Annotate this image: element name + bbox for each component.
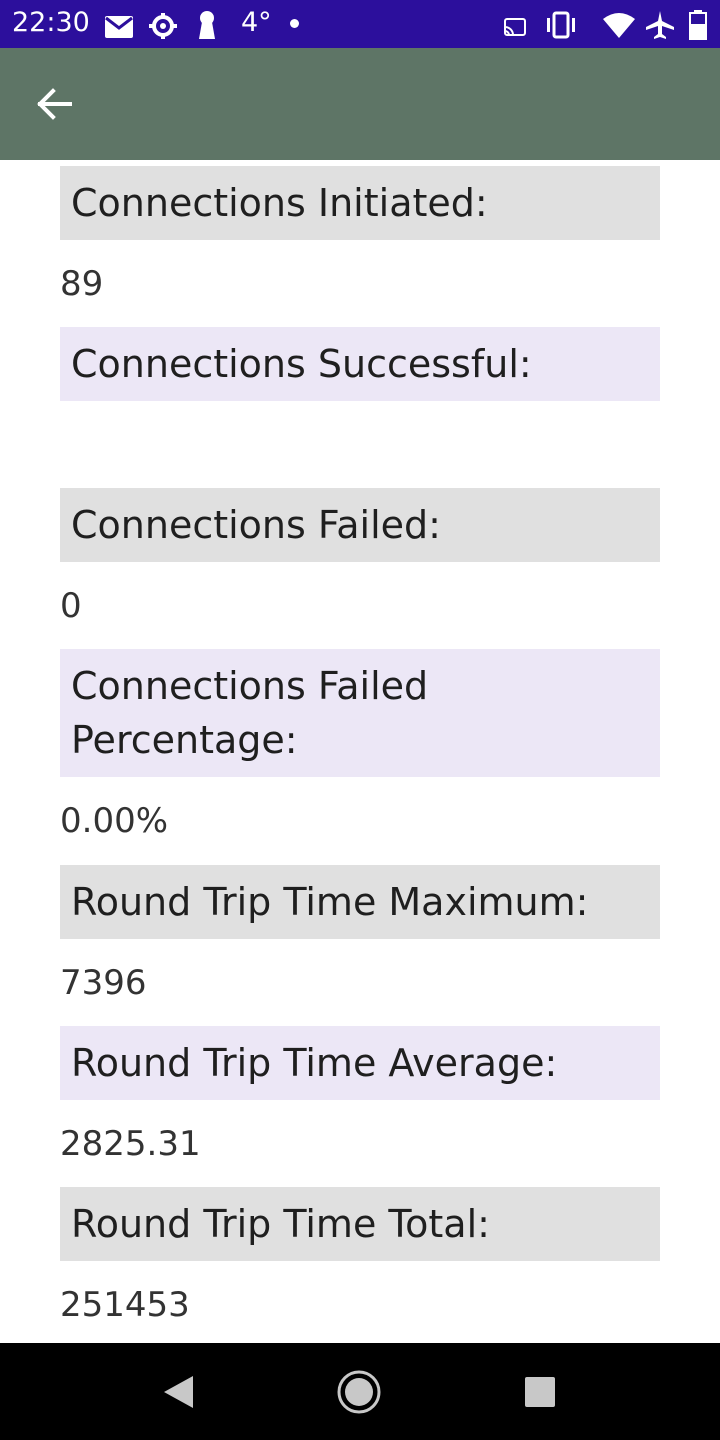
wifi-icon xyxy=(603,13,635,38)
status-bar: 22:30 4° xyxy=(0,0,720,48)
stat-rtt-average: Round Trip Time Average: 2825.31 xyxy=(60,1026,660,1164)
stat-connections-initiated: Connections Initiated: 89 xyxy=(60,166,660,304)
stat-value: 2825.31 xyxy=(60,1124,201,1164)
battery-icon xyxy=(689,10,707,40)
stat-value: 7396 xyxy=(60,963,147,1003)
status-temperature: 4° xyxy=(241,7,272,38)
system-nav-bar xyxy=(0,1343,720,1440)
stat-connections-failed-percentage: Connections Failed Percentage: 0.00% xyxy=(60,649,660,841)
nav-back-icon xyxy=(164,1376,193,1408)
nav-back-button[interactable] xyxy=(153,1367,203,1417)
notification-dot xyxy=(290,19,299,28)
stat-label: Connections Failed Percentage: xyxy=(60,649,660,777)
back-button[interactable] xyxy=(20,70,88,138)
stat-value: 0 xyxy=(60,586,82,626)
stat-value: 251453 xyxy=(60,1285,190,1325)
stat-value xyxy=(60,425,660,465)
nav-recents-button[interactable] xyxy=(515,1367,565,1417)
cast-icon xyxy=(504,18,526,36)
app-bar xyxy=(0,48,720,160)
stat-label: Connections Failed: xyxy=(60,488,660,562)
stats-list[interactable]: Connections Initiated: 89 Connections Su… xyxy=(0,160,720,1343)
stat-label: Round Trip Time Average: xyxy=(60,1026,660,1100)
nav-home-icon xyxy=(337,1370,381,1414)
settings-gear-icon xyxy=(149,13,177,39)
keyhole-icon xyxy=(199,11,215,39)
stat-label: Connections Successful: xyxy=(60,327,660,401)
mail-icon xyxy=(105,16,133,38)
stat-rtt-maximum: Round Trip Time Maximum: 7396 xyxy=(60,865,660,1003)
stat-label: Round Trip Time Total: xyxy=(60,1187,660,1261)
stat-value: 89 xyxy=(60,264,104,304)
status-time: 22:30 xyxy=(12,7,90,38)
stat-label: Connections Initiated: xyxy=(60,166,660,240)
stat-label: Round Trip Time Maximum: xyxy=(60,865,660,939)
airplane-icon xyxy=(646,11,674,39)
vibrate-icon xyxy=(547,11,575,39)
stat-connections-successful: Connections Successful: xyxy=(60,327,660,465)
stat-rtt-total: Round Trip Time Total: 251453 xyxy=(60,1187,660,1325)
nav-home-button[interactable] xyxy=(334,1367,384,1417)
stat-value: 0.00% xyxy=(60,801,169,841)
stat-connections-failed: Connections Failed: 0 xyxy=(60,488,660,626)
nav-recents-icon xyxy=(525,1377,555,1407)
arrow-back-icon xyxy=(37,88,72,120)
